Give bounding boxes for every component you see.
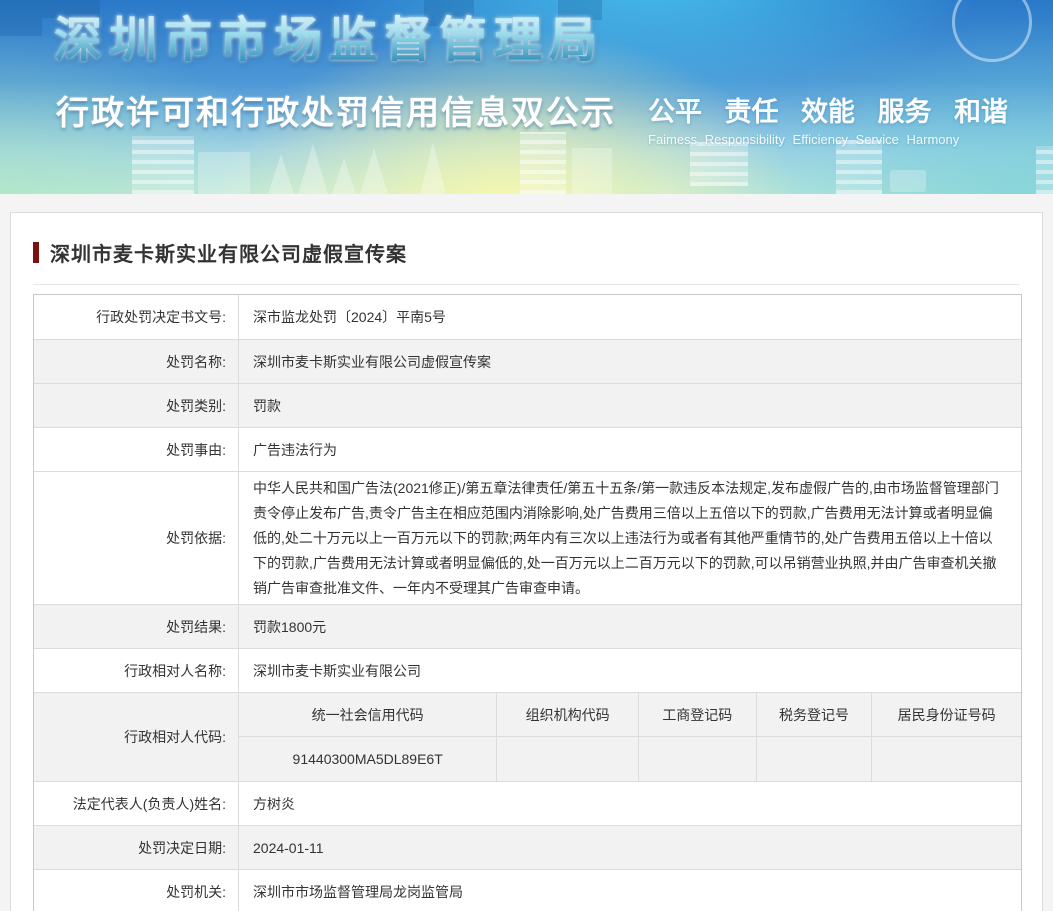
row-value: 罚款1800元: [253, 618, 327, 635]
skyline-building-icon: [520, 132, 566, 194]
row-value: 广告违法行为: [253, 441, 337, 458]
dark-building-icon: [0, 0, 42, 36]
row-label: 行政处罚决定书文号:: [34, 295, 239, 339]
row-value: 深市监龙处罚〔2024〕平南5号: [253, 309, 446, 325]
row-label: 处罚名称:: [34, 340, 239, 383]
slogan-chinese: 公平 责任 效能 服务 和谐: [648, 97, 1009, 127]
code-column-header: 居民身份证号码: [871, 693, 1021, 737]
row-label: 处罚机关:: [34, 870, 239, 911]
skyline-tree-icon: [268, 154, 294, 194]
table-row-penalty-category: 处罚类别: 罚款: [34, 383, 1021, 427]
row-value: 2024-01-11: [253, 839, 324, 856]
ferris-wheel-icon: [952, 0, 1032, 62]
row-label: 行政相对人代码:: [34, 693, 239, 781]
site-subtitle: 行政许可和行政处罚信用信息双公示: [56, 94, 616, 131]
table-row-party-codes: 行政相对人代码: 统一社会信用代码 组织机构代码 工商登记码 税务登记号 居民身…: [34, 692, 1021, 781]
skyline-building-icon: [132, 136, 194, 194]
code-cell-value: [871, 737, 1021, 781]
code-sub-table: 统一社会信用代码 组织机构代码 工商登记码 税务登记号 居民身份证号码 9144…: [239, 693, 1021, 781]
skyline-building-icon: [572, 148, 612, 194]
code-column-header: 组织机构代码: [496, 693, 638, 737]
table-row-decision-date: 处罚决定日期: 2024-01-11: [34, 825, 1021, 869]
row-label: 处罚类别:: [34, 384, 239, 427]
skyline-tree-icon: [420, 142, 446, 194]
code-cell-value: [496, 737, 638, 781]
code-column-header: 工商登记码: [637, 693, 756, 737]
table-row-legal-representative: 法定代表人(负责人)姓名: 方树炎: [34, 781, 1021, 825]
header-divider: [33, 284, 1020, 285]
row-value: 深圳市麦卡斯实业有限公司: [253, 662, 421, 679]
table-row-penalty-result: 处罚结果: 罚款1800元: [34, 604, 1021, 648]
code-cell-value: [755, 737, 872, 781]
skyline-tree-icon: [332, 158, 356, 194]
skyline-tree-icon: [298, 144, 328, 194]
row-label: 处罚依据:: [34, 472, 239, 604]
case-title: 深圳市麦卡斯实业有限公司虚假宣传案: [50, 244, 407, 266]
code-cell-value: [637, 737, 756, 781]
skyline-building-icon: [198, 152, 250, 194]
table-row-penalty-reason: 处罚事由: 广告违法行为: [34, 427, 1021, 471]
table-row-penalty-name: 处罚名称: 深圳市麦卡斯实业有限公司虚假宣传案: [34, 339, 1021, 383]
code-column-header: 统一社会信用代码: [239, 693, 497, 737]
row-label: 行政相对人名称:: [34, 649, 239, 692]
row-value: 深圳市市场监督管理局龙岗监管局: [253, 883, 463, 900]
page-background: 深圳市麦卡斯实业有限公司虚假宣传案 行政处罚决定书文号: 深市监龙处罚〔2024…: [0, 194, 1053, 911]
table-row-party-name: 行政相对人名称: 深圳市麦卡斯实业有限公司: [34, 648, 1021, 692]
title-accent-bar: [33, 242, 39, 263]
content-card: 深圳市麦卡斯实业有限公司虚假宣传案 行政处罚决定书文号: 深市监龙处罚〔2024…: [10, 212, 1043, 911]
row-value: 深圳市麦卡斯实业有限公司虚假宣传案: [253, 353, 491, 370]
row-label: 法定代表人(负责人)姓名:: [34, 782, 239, 825]
row-value: 罚款: [253, 397, 281, 414]
skyline-tree-icon: [360, 148, 388, 194]
skyline-building-icon: [1036, 146, 1053, 194]
table-row-penalty-authority: 处罚机关: 深圳市市场监督管理局龙岗监管局: [34, 869, 1021, 911]
site-title: 深圳市市场监督管理局: [54, 6, 604, 76]
slogan-english: Faimess Responsibility Efficiency Servic…: [648, 132, 960, 147]
skyline-building-icon: [836, 140, 882, 194]
case-header: 深圳市麦卡斯实业有限公司虚假宣传案: [11, 213, 1042, 267]
table-row-document-number: 行政处罚决定书文号: 深市监龙处罚〔2024〕平南5号: [34, 295, 1021, 339]
banner-slogan: 公平 责任 效能 服务 和谐 Faimess Responsibility Ef…: [648, 90, 1028, 147]
row-label: 处罚事由:: [34, 428, 239, 471]
row-value: 方树炎: [253, 795, 295, 812]
row-label: 处罚结果:: [34, 605, 239, 648]
skyline-truck-icon: [890, 170, 926, 192]
code-column-header: 税务登记号: [755, 693, 872, 737]
row-value: 中华人民共和国广告法(2021修正)/第五章法律责任/第五十五条/第一款违反本法…: [253, 480, 999, 596]
code-cell-value: 91440300MA5DL89E6T: [292, 751, 443, 767]
penalty-detail-table: 行政处罚决定书文号: 深市监龙处罚〔2024〕平南5号 处罚名称: 深圳市麦卡斯…: [33, 294, 1022, 911]
table-row-penalty-basis: 处罚依据: 中华人民共和国广告法(2021修正)/第五章法律责任/第五十五条/第…: [34, 471, 1021, 604]
row-label: 处罚决定日期:: [34, 826, 239, 869]
site-banner: 深圳市市场监督管理局 行政许可和行政处罚信用信息双公示 公平 责任 效能 服务 …: [0, 0, 1053, 194]
skyline-building-icon: [690, 142, 748, 186]
